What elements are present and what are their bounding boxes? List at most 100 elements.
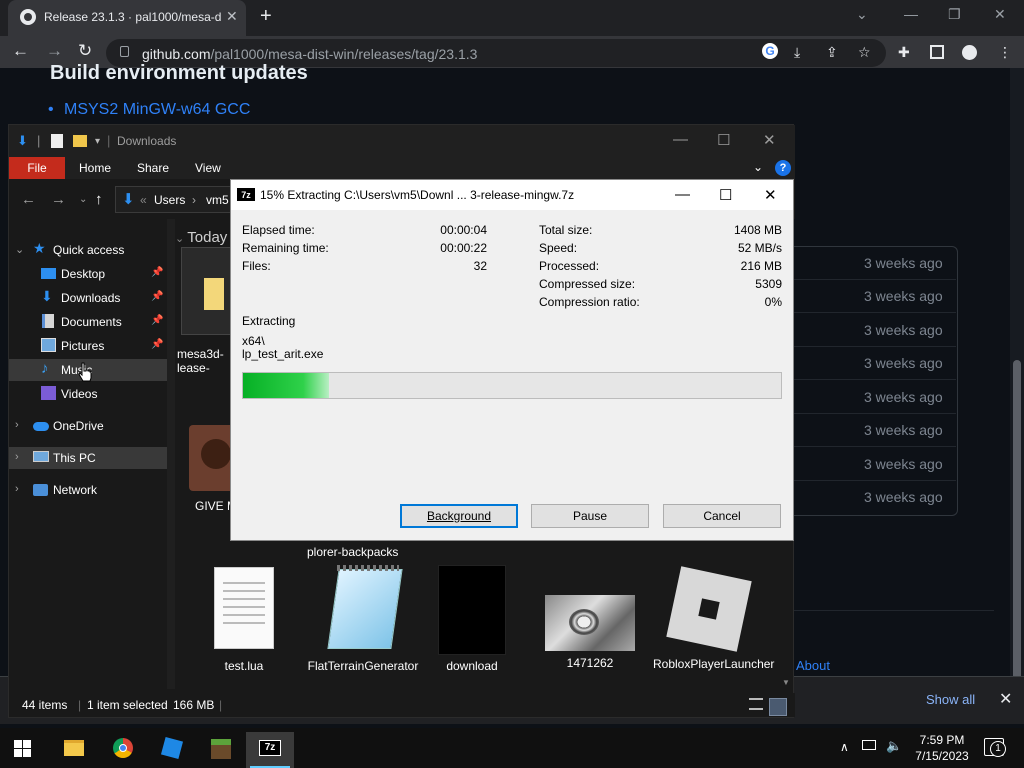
- chevron-down-icon[interactable]: ⌄: [15, 243, 24, 256]
- nav-onedrive[interactable]: › OneDrive: [9, 415, 167, 437]
- dialog-maximize-button[interactable]: ☐: [719, 186, 732, 204]
- asset-date: 3 weeks ago: [864, 389, 943, 405]
- cancel-button[interactable]: Cancel: [663, 504, 781, 528]
- breadcrumb-user[interactable]: vm5: [206, 193, 229, 207]
- up-button[interactable]: ↑: [95, 191, 103, 208]
- download-arrow-icon: ⬇: [17, 133, 28, 148]
- explorer-back-button[interactable]: ←: [21, 191, 36, 208]
- msys2-link[interactable]: MSYS2 MinGW-w64 GCC: [48, 101, 250, 119]
- file-tile-flatterrain[interactable]: FlatTerrainGenerator: [303, 565, 423, 674]
- share-icon[interactable]: ⇪: [826, 44, 838, 61]
- tab-share[interactable]: Share: [137, 161, 169, 175]
- breadcrumb-users[interactable]: Users: [154, 193, 185, 207]
- minimize-button[interactable]: —: [904, 6, 918, 22]
- nav-videos[interactable]: Videos: [9, 383, 167, 405]
- recent-locations-icon[interactable]: ⌄: [79, 194, 87, 205]
- restore-button[interactable]: ❐: [948, 6, 961, 23]
- compressed-size-value: 5309: [755, 277, 782, 291]
- explorer-forward-button[interactable]: →: [51, 191, 66, 208]
- extensions-puzzle-icon[interactable]: ✚: [898, 44, 910, 61]
- side-panel-icon[interactable]: [930, 45, 944, 59]
- asset-date: 3 weeks ago: [864, 288, 943, 304]
- pin-icon[interactable]: 📌: [151, 291, 163, 302]
- nav-downloads[interactable]: ⬇ Downloads 📌: [9, 287, 167, 309]
- remaining-label: Remaining time:: [242, 241, 329, 255]
- nav-this-pc[interactable]: › This PC: [9, 447, 167, 469]
- tab-close-icon[interactable]: ✕: [226, 8, 238, 25]
- details-view-icon[interactable]: [749, 698, 763, 710]
- show-all-downloads-button[interactable]: Show all: [926, 692, 975, 707]
- asset-date: 3 weeks ago: [864, 322, 943, 338]
- file-tile-roblox[interactable]: RobloxPlayerLauncher: [653, 565, 774, 672]
- back-button[interactable]: ←: [12, 41, 29, 61]
- forward-button[interactable]: →: [46, 41, 63, 61]
- pin-icon[interactable]: 📌: [151, 339, 163, 350]
- download-bar-close-icon[interactable]: ✕: [999, 689, 1012, 709]
- file-tile-1471262[interactable]: 1471262: [535, 595, 645, 670]
- explorer-close-button[interactable]: ✕: [763, 131, 776, 149]
- more-menu-icon[interactable]: ⋮: [998, 44, 1012, 61]
- elapsed-label: Elapsed time:: [242, 223, 315, 237]
- 7zip-icon: 7z: [237, 188, 255, 201]
- chevron-right-icon[interactable]: ›: [15, 451, 19, 463]
- browser-tab[interactable]: Release 23.1.3 · pal1000/mesa-dist-win ✕: [8, 0, 246, 36]
- nav-quick-access[interactable]: ⌄ ★ Quick access: [9, 239, 167, 261]
- large-icons-view-icon[interactable]: [769, 698, 787, 716]
- customize-toolbar-icon[interactable]: ▾: [95, 136, 100, 147]
- explorer-maximize-button[interactable]: ☐: [717, 131, 730, 149]
- file-tile-download[interactable]: download: [417, 565, 527, 673]
- pin-icon[interactable]: 📌: [151, 267, 163, 278]
- tab-view[interactable]: View: [195, 161, 221, 175]
- 7zip-icon[interactable]: 7z: [246, 732, 294, 768]
- nav-pane-scrollbar[interactable]: [167, 219, 175, 689]
- pause-button[interactable]: Pause: [531, 504, 649, 528]
- videos-icon: [41, 386, 56, 400]
- pin-icon[interactable]: 📌: [151, 315, 163, 326]
- properties-icon[interactable]: [51, 134, 63, 148]
- minecraft-icon[interactable]: [197, 732, 245, 768]
- dialog-close-button[interactable]: ✕: [764, 186, 777, 204]
- nav-network[interactable]: › Network: [9, 479, 167, 501]
- explorer-address-bar[interactable]: ⬇ « Users › vm5: [115, 186, 245, 213]
- roblox-studio-icon[interactable]: [148, 732, 196, 768]
- chrome-icon[interactable]: [99, 732, 147, 768]
- explorer-minimize-button[interactable]: —: [673, 131, 688, 148]
- page-scrollbar[interactable]: [1010, 68, 1024, 710]
- tab-file[interactable]: File: [9, 157, 65, 179]
- nav-documents[interactable]: Documents 📌: [9, 311, 167, 333]
- group-header-today[interactable]: ⌄ Today: [175, 229, 227, 246]
- star-icon: ★: [33, 240, 46, 256]
- about-link[interactable]: About: [796, 658, 830, 673]
- nav-pictures[interactable]: Pictures 📌: [9, 335, 167, 357]
- tab-home[interactable]: Home: [79, 161, 111, 175]
- chevron-right-icon[interactable]: ›: [15, 483, 19, 495]
- taskbar-clock[interactable]: 7:59 PM 7/15/2023: [910, 732, 974, 764]
- expand-ribbon-icon[interactable]: ⌄: [753, 160, 763, 174]
- file-name: mesa3d- lease-: [177, 347, 224, 375]
- volume-muted-icon[interactable]: 🔈: [886, 738, 902, 754]
- lock-icon[interactable]: [120, 46, 129, 57]
- file-name: plorer-backpacks: [307, 545, 399, 559]
- chevron-right-icon[interactable]: ›: [15, 419, 19, 431]
- bookmark-star-icon[interactable]: ☆: [858, 44, 871, 61]
- tab-search-icon[interactable]: ⌄: [856, 6, 868, 23]
- windows-start-icon[interactable]: [14, 740, 32, 758]
- install-app-icon[interactable]: ⤓: [794, 44, 800, 61]
- network-status-icon[interactable]: [862, 740, 876, 750]
- close-window-button[interactable]: ✕: [994, 6, 1006, 23]
- extraction-progress-bar: [242, 372, 782, 399]
- reload-button[interactable]: ↻: [78, 41, 92, 61]
- profile-avatar-icon[interactable]: [962, 45, 977, 60]
- file-explorer-icon[interactable]: [50, 732, 98, 768]
- help-icon[interactable]: ?: [775, 160, 791, 176]
- background-button[interactable]: Background: [400, 504, 518, 528]
- new-tab-button[interactable]: +: [260, 5, 272, 28]
- dialog-minimize-button[interactable]: —: [675, 186, 690, 203]
- browser-tab-strip: Release 23.1.3 · pal1000/mesa-dist-win ✕…: [0, 0, 1024, 36]
- google-lens-icon[interactable]: G: [762, 43, 778, 59]
- file-tile-test-lua[interactable]: test.lua: [189, 567, 299, 673]
- clock-time: 7:59 PM: [919, 733, 965, 747]
- nav-desktop[interactable]: Desktop 📌: [9, 263, 167, 285]
- tray-overflow-icon[interactable]: ∧: [840, 740, 849, 754]
- new-folder-icon[interactable]: [73, 135, 87, 147]
